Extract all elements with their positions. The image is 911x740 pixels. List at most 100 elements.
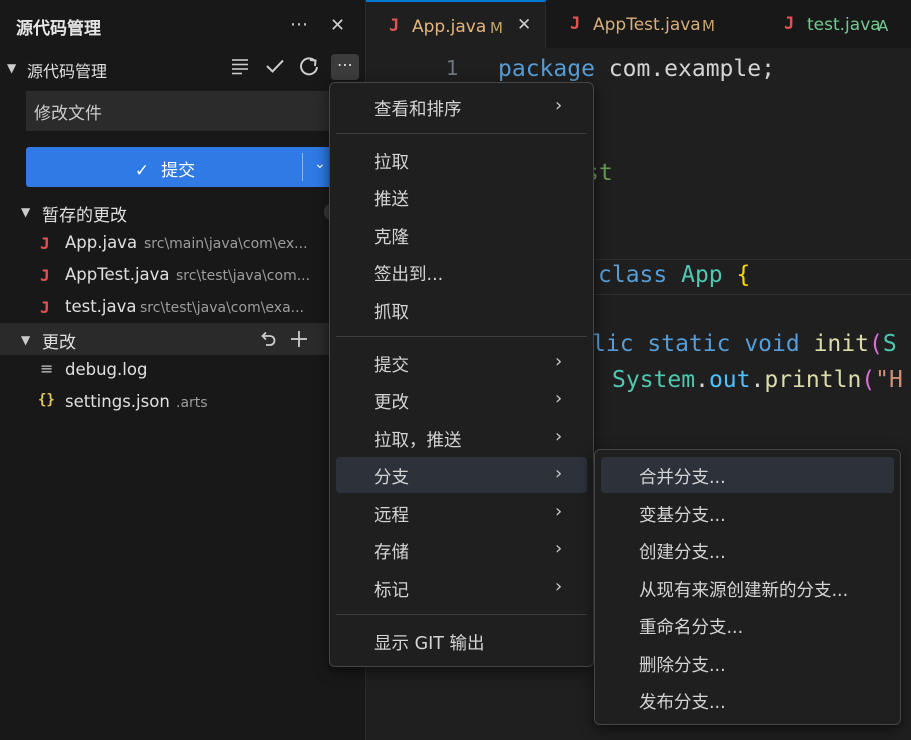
- menu-item-fetch[interactable]: 抓取: [336, 292, 587, 328]
- menu-item-clone[interactable]: 克隆: [336, 217, 587, 253]
- menu-item-show-git-output[interactable]: 显示 GIT 输出: [336, 623, 587, 659]
- changes-label: 更改: [42, 333, 76, 353]
- file-name: App.java: [65, 233, 138, 252]
- tab-test-java[interactable]: J test.java A: [760, 0, 911, 48]
- staged-file-row[interactable]: J AppTest.java src\test\java\com...: [0, 260, 366, 292]
- menu-item-stash[interactable]: 存储 ›: [336, 532, 587, 568]
- commit-button[interactable]: ✓ 提交 ⌄: [26, 147, 366, 187]
- open-paren: (: [868, 331, 883, 357]
- chevron-down-icon[interactable]: ▼: [21, 205, 30, 219]
- button-divider: [302, 153, 303, 181]
- chevron-right-icon: ›: [555, 538, 563, 559]
- staged-file-row[interactable]: J test.java src\test\java\com\exa...: [0, 292, 366, 324]
- file-name: debug.log: [65, 360, 148, 379]
- staged-changes-label: 暂存的更改: [42, 206, 127, 226]
- source-control-more-menu: 查看和排序 › 拉取 推送 克隆 签出到... 抓取 提交 › 更改 › 拉取，…: [329, 82, 594, 667]
- branch-submenu: 合并分支... 变基分支... 创建分支... 从现有来源创建新的分支... 重…: [594, 449, 901, 725]
- menu-item-rename-branch[interactable]: 重命名分支...: [601, 607, 894, 643]
- menu-separator: [336, 336, 587, 337]
- java-file-icon: J: [570, 14, 581, 34]
- tab-label: AppTest.java: [593, 15, 701, 35]
- chevron-right-icon: ›: [555, 501, 563, 522]
- keyword-void: void: [730, 331, 800, 357]
- code-line-println: System.out.println("H: [612, 367, 903, 393]
- commit-check-icon[interactable]: [263, 56, 287, 81]
- view-as-list-icon[interactable]: [228, 56, 252, 81]
- modified-badge: M: [490, 19, 503, 37]
- section-title[interactable]: 源代码管理: [27, 58, 107, 82]
- chevron-right-icon: ›: [555, 351, 563, 372]
- chevron-right-icon: ›: [555, 463, 563, 484]
- changes-group[interactable]: ▼ 更改: [0, 323, 366, 355]
- param-type: S: [882, 331, 897, 357]
- code-line-method: lic static void init(S: [592, 331, 897, 357]
- commit-message-input[interactable]: [26, 91, 366, 131]
- file-name: test.java: [65, 297, 137, 316]
- line-number: 1: [446, 56, 459, 80]
- java-file-icon: J: [784, 14, 795, 34]
- tab-label: test.java: [807, 15, 881, 35]
- check-icon: ✓: [134, 161, 150, 181]
- chevron-down-icon[interactable]: ⌄: [314, 156, 326, 172]
- system-class: System: [612, 367, 696, 393]
- staged-file-row[interactable]: J App.java src\main\java\com\ex...: [0, 228, 366, 260]
- menu-item-create-branch-from[interactable]: 从现有来源创建新的分支...: [601, 570, 894, 606]
- close-tab-icon[interactable]: ✕: [517, 15, 531, 35]
- file-path: src\test\java\com\exa...: [140, 300, 305, 316]
- java-file-icon: J: [40, 298, 50, 317]
- chevron-right-icon: ›: [555, 426, 563, 447]
- tab-apptest-java[interactable]: J AppTest.java M: [546, 0, 761, 48]
- println-method: println: [764, 367, 862, 393]
- chevron-right-icon: ›: [555, 576, 563, 597]
- json-file-icon: {}: [38, 392, 55, 408]
- keyword-class: class: [598, 262, 668, 288]
- menu-item-tags[interactable]: 标记 ›: [336, 570, 587, 606]
- close-icon[interactable]: ✕: [330, 15, 345, 36]
- more-actions-button[interactable]: ⋯: [331, 54, 359, 80]
- menu-item-commit[interactable]: 提交 ›: [336, 345, 587, 381]
- out-field: out: [708, 367, 751, 393]
- menu-item-publish-branch[interactable]: 发布分支...: [601, 682, 894, 718]
- tab-label: App.java: [412, 17, 487, 37]
- menu-item-view-sort[interactable]: 查看和排序 ›: [336, 89, 587, 125]
- changed-file-row[interactable]: {} settings.json .arts: [0, 387, 366, 419]
- menu-item-pull-push[interactable]: 拉取，推送 ›: [336, 420, 587, 456]
- chevron-down-icon[interactable]: ▼: [21, 333, 30, 347]
- menu-item-rebase-branch[interactable]: 变基分支...: [601, 495, 894, 531]
- method-name: init: [799, 331, 869, 357]
- java-file-icon: J: [40, 234, 50, 253]
- java-file-icon: J: [40, 266, 50, 285]
- file-path: src\main\java\com\ex...: [144, 236, 308, 252]
- tab-app-java[interactable]: J App.java M ✕: [366, 0, 546, 48]
- menu-item-remote[interactable]: 远程 ›: [336, 495, 587, 531]
- chevron-down-icon[interactable]: ▼: [7, 61, 16, 75]
- open-brace: {: [736, 262, 751, 288]
- refresh-icon[interactable]: [297, 56, 321, 83]
- file-path: src\test\java\com...: [176, 268, 311, 284]
- editor-tab-bar: J App.java M ✕ J AppTest.java M J test.j…: [366, 0, 911, 48]
- chevron-right-icon: ›: [555, 95, 563, 116]
- menu-item-changes[interactable]: 更改 ›: [336, 382, 587, 418]
- changed-file-row[interactable]: ≡ debug.log: [0, 355, 366, 387]
- keyword-package: package: [498, 56, 595, 82]
- discard-changes-icon[interactable]: [258, 329, 278, 354]
- menu-item-pull[interactable]: 拉取: [336, 142, 587, 178]
- code-line-package: package com.example;: [498, 56, 775, 82]
- modified-badge: M: [702, 17, 715, 35]
- menu-item-checkout[interactable]: 签出到...: [336, 254, 587, 290]
- more-actions-icon[interactable]: ⋯: [290, 14, 308, 35]
- staged-changes-group[interactable]: ▼ 暂存的更改: [0, 196, 366, 228]
- menu-item-create-branch[interactable]: 创建分支...: [601, 532, 894, 568]
- menu-item-merge-branch[interactable]: 合并分支...: [601, 457, 894, 493]
- menu-item-branch[interactable]: 分支 ›: [336, 457, 587, 493]
- menu-separator: [336, 614, 587, 615]
- menu-separator: [336, 133, 587, 134]
- menu-item-push[interactable]: 推送: [336, 179, 587, 215]
- added-badge: A: [878, 17, 889, 35]
- keyword-public-fragment: lic: [592, 331, 634, 357]
- menu-item-delete-branch[interactable]: 删除分支...: [601, 645, 894, 681]
- text-file-icon: ≡: [40, 359, 54, 378]
- string-literal: "H: [875, 367, 903, 393]
- stage-all-plus-icon[interactable]: [289, 329, 309, 354]
- code-line-class: class App {: [598, 262, 750, 288]
